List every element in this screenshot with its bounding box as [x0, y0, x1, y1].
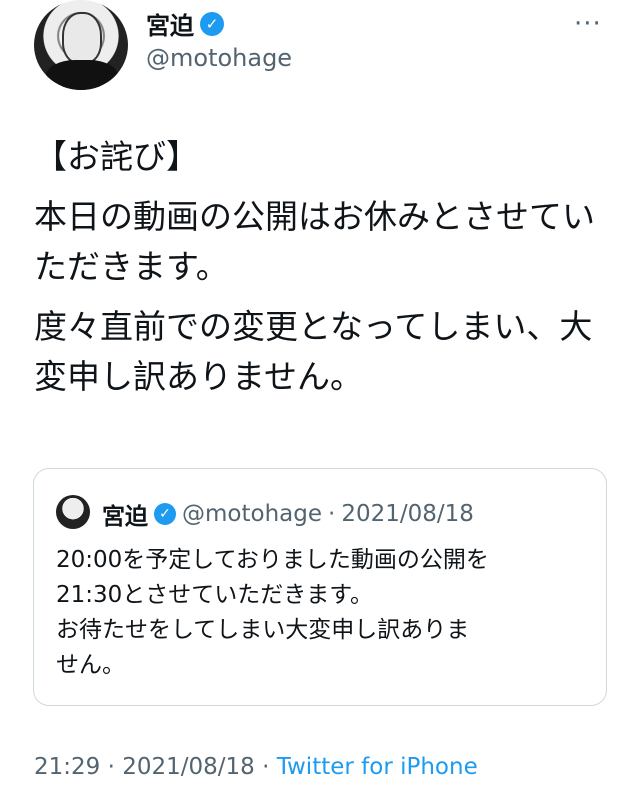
tweet-date[interactable]: 2021/08/18 — [122, 754, 255, 780]
tweet-paragraph: 度々直前での変更となってしまい、大変申し訳ありません。 — [34, 307, 593, 396]
quoted-separator: · — [328, 501, 336, 527]
quoted-header: 宮迫 ✓ @motohage · 2021/08/18 — [102, 497, 474, 531]
quoted-avatar — [56, 495, 90, 529]
tweet-source-link[interactable]: Twitter for iPhone — [277, 754, 478, 780]
quoted-text-line: お待たせをしてしまい大変申し訳ありま — [56, 617, 470, 643]
quoted-text-line: 21:30とさせていただきます。 — [56, 582, 373, 608]
author-name-row: 宮迫 ✓ — [146, 6, 224, 41]
more-options-icon[interactable]: ··· — [574, 11, 602, 37]
tweet-paragraph: 本日の動画の公開はお休みとさせていただきます。 — [34, 197, 595, 286]
avatar[interactable] — [34, 0, 128, 90]
quoted-text-line: 20:00を予定しておりました動画の公開を — [56, 547, 489, 573]
quoted-text-line: せん。 — [56, 652, 125, 678]
quoted-date: 2021/08/18 — [341, 501, 474, 527]
quoted-text: 20:00を予定しておりました動画の公開を 21:30とさせていただきます。 お… — [56, 543, 596, 683]
meta-separator: · — [262, 754, 270, 780]
quoted-display-name: 宮迫 — [102, 504, 148, 530]
avatar-body — [46, 60, 118, 90]
quoted-verified-badge-icon: ✓ — [154, 503, 176, 525]
tweet-time[interactable]: 21:29 — [34, 754, 100, 780]
meta-separator: · — [107, 754, 115, 780]
avatar-face — [62, 12, 102, 64]
quoted-handle: @motohage — [182, 501, 322, 527]
tweet-text: 【お詫び】 本日の動画の公開はお休みとさせていただきます。 度々直前での変更とな… — [34, 132, 614, 412]
tweet-meta: 21:29 · 2021/08/18 · Twitter for iPhone — [34, 754, 478, 780]
author-handle[interactable]: @motohage — [146, 44, 292, 72]
quoted-tweet[interactable]: 宮迫 ✓ @motohage · 2021/08/18 20:00を予定しており… — [33, 468, 607, 706]
tweet-paragraph: 【お詫び】 — [34, 137, 199, 176]
verified-badge-icon: ✓ — [200, 11, 224, 36]
author-display-name[interactable]: 宮迫 — [146, 6, 194, 41]
tweet-card: 宮迫 ✓ @motohage ··· 【お詫び】 本日の動画の公開はお休みとさせ… — [0, 0, 640, 795]
